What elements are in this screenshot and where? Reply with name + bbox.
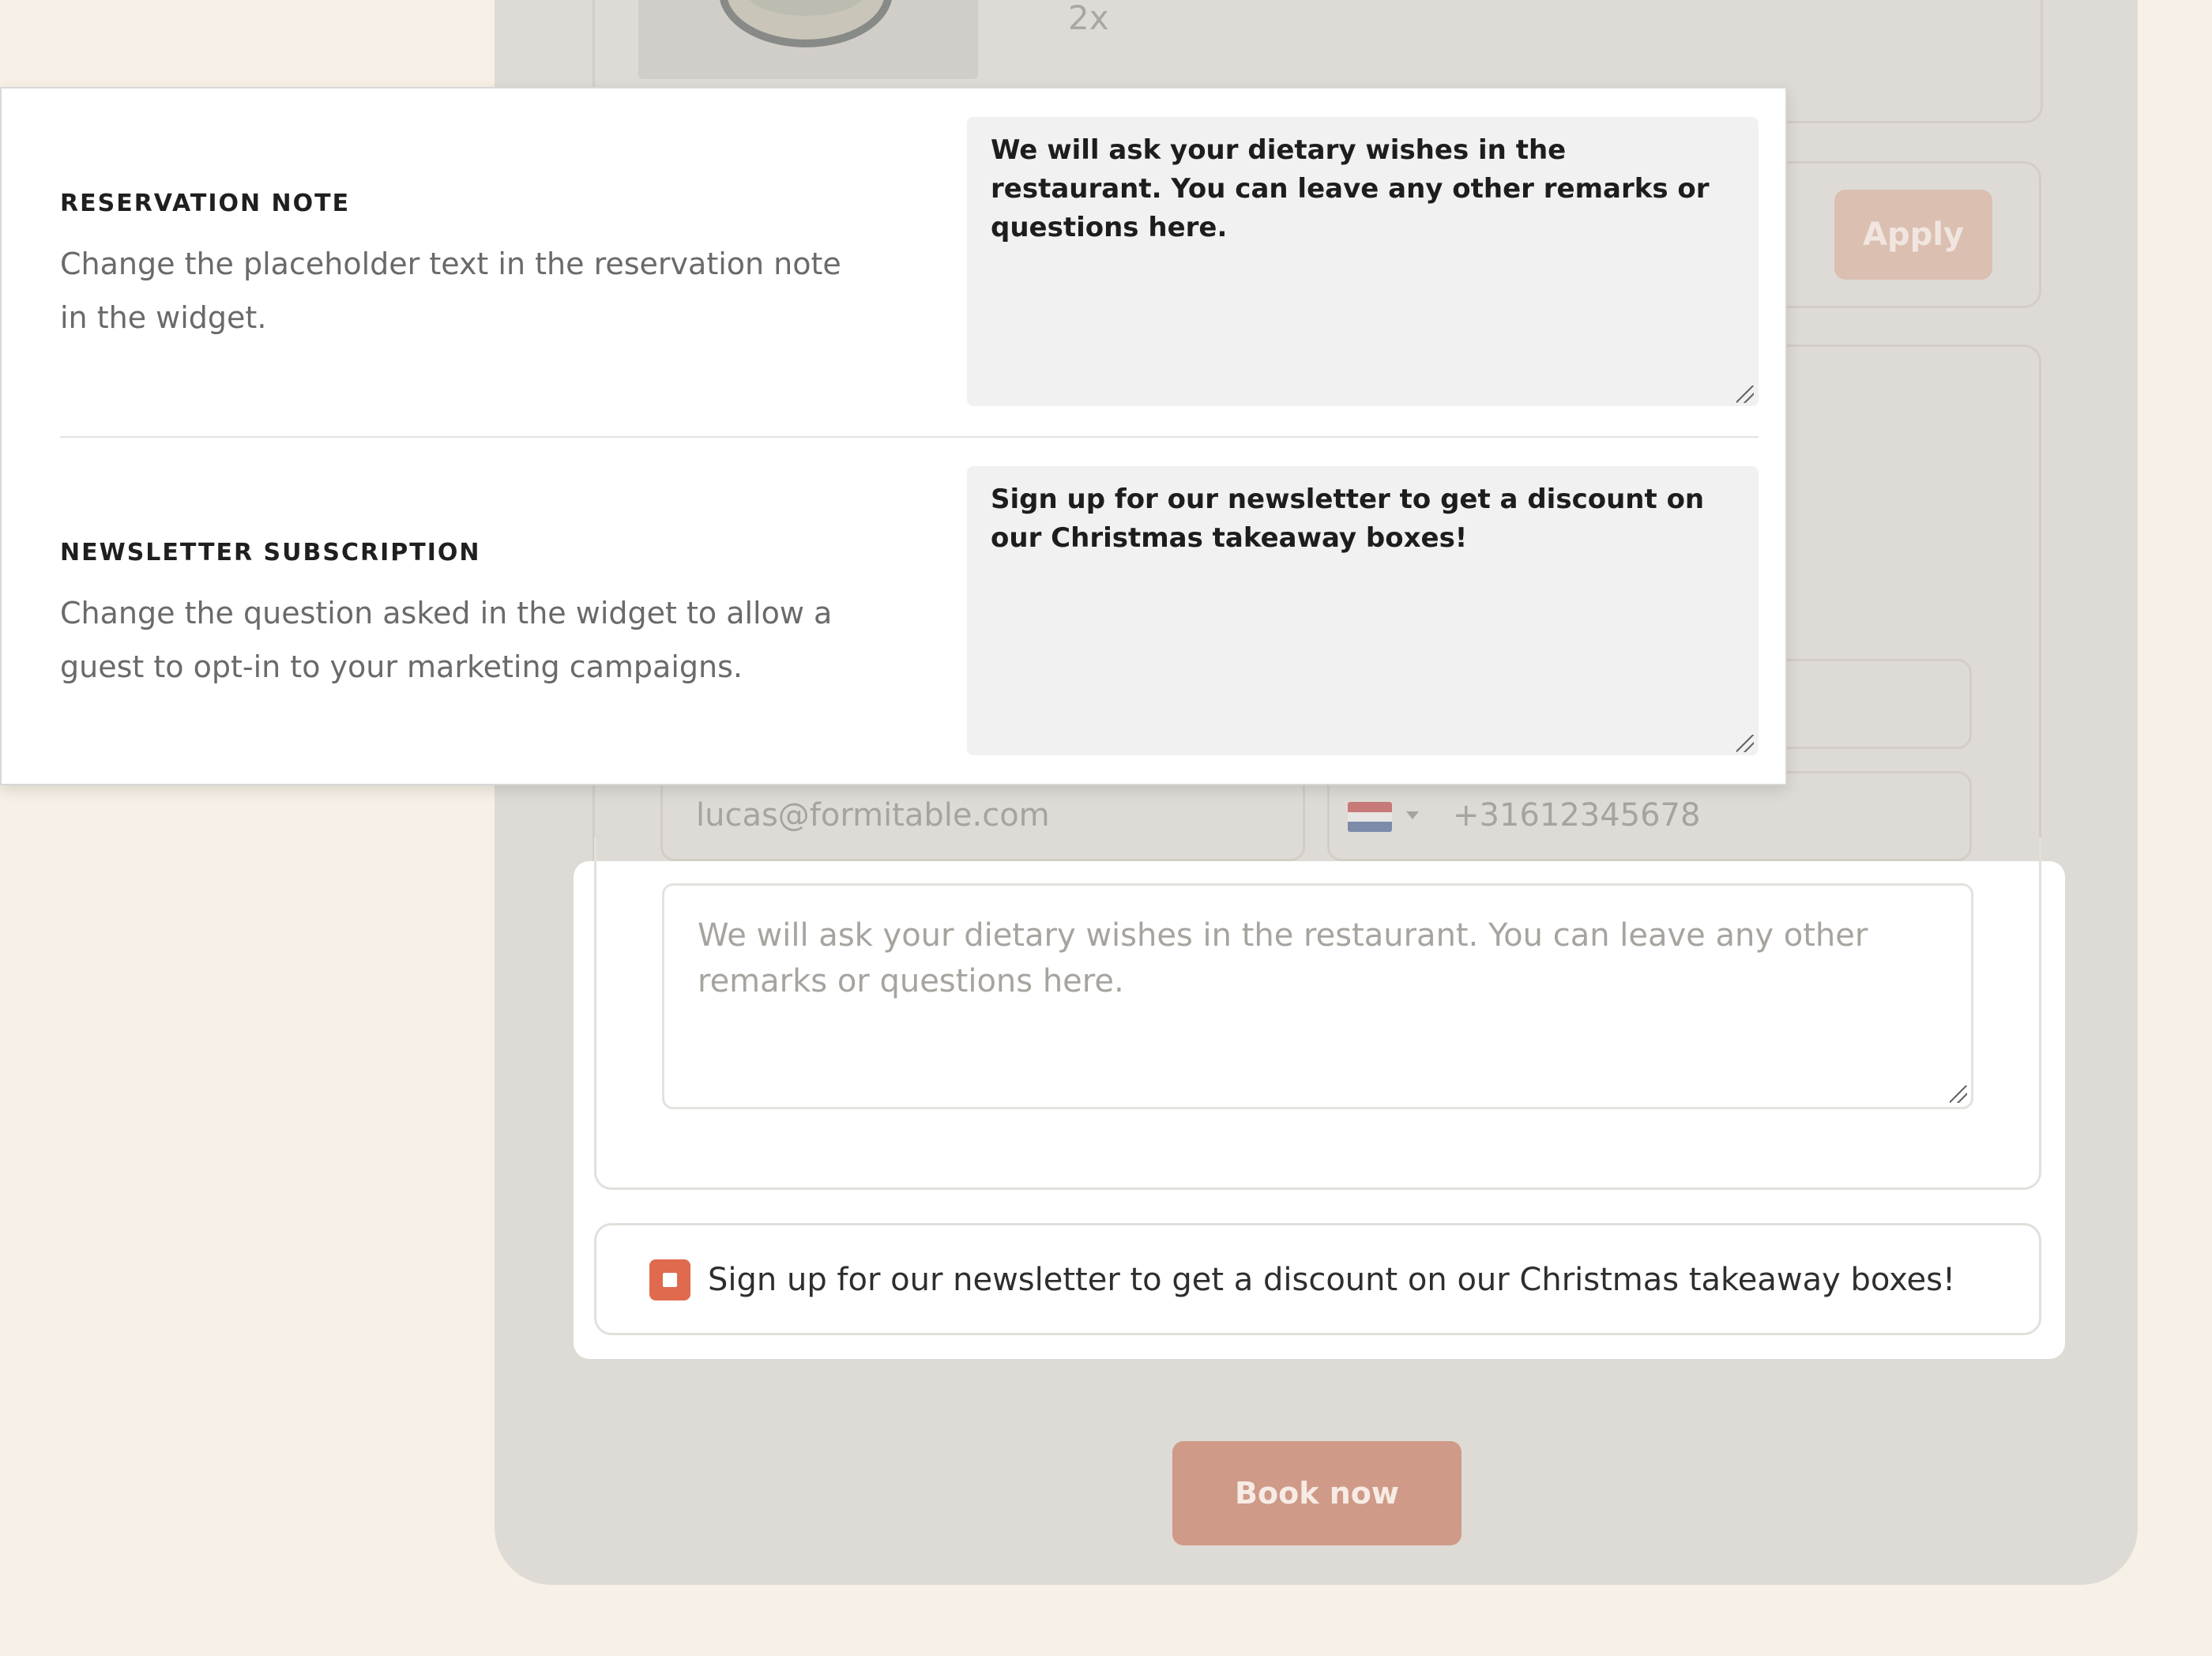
product-quantity: 2x (1068, 0, 1109, 37)
phone-placeholder: +31612345678 (1453, 797, 1701, 834)
reservation-note-textarea[interactable]: We will ask your dietary wishes in the r… (662, 883, 1973, 1109)
reservation-note-input[interactable]: We will ask your dietary wishes in the r… (967, 117, 1759, 406)
resize-grip-icon[interactable] (1950, 1086, 1967, 1103)
settings-panel: RESERVATION NOTE Change the placeholder … (0, 87, 1787, 785)
resize-grip-icon[interactable] (1736, 735, 1754, 752)
newsletter-question-input[interactable]: Sign up for our newsletter to get a disc… (967, 466, 1759, 755)
chevron-down-icon[interactable] (1406, 811, 1419, 819)
setting-title: RESERVATION NOTE (60, 190, 351, 217)
newsletter-label: Sign up for our newsletter to get a disc… (708, 1262, 1956, 1298)
setting-title: NEWSLETTER SUBSCRIPTION (60, 539, 481, 566)
setting-description: Change the question asked in the widget … (60, 596, 833, 684)
resize-grip-icon[interactable] (1736, 386, 1754, 403)
divider (60, 436, 1759, 438)
apply-button[interactable]: Apply (1834, 190, 1992, 280)
newsletter-checkbox[interactable] (649, 1259, 690, 1300)
setting-description: Change the placeholder text in the reser… (60, 247, 841, 335)
checkbox-checked-icon (663, 1273, 677, 1287)
book-now-button[interactable]: Book now (1172, 1441, 1462, 1545)
netherlands-flag-icon[interactable] (1348, 802, 1392, 832)
email-placeholder: lucas@formitable.com (696, 797, 1050, 834)
